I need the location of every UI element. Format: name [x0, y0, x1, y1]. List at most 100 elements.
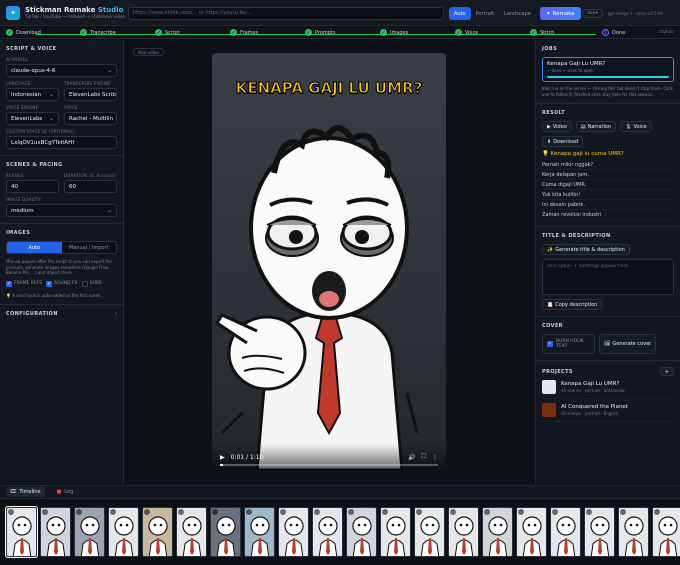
video-caption: KENAPA GAJI LU UMR?	[235, 79, 423, 98]
frame-refs-checkbox[interactable]: ✓ FRAME REFS	[6, 280, 42, 287]
timeline-frame[interactable]	[40, 507, 71, 557]
voice-label: VOICE	[64, 105, 78, 110]
timeline-frame[interactable]	[278, 507, 309, 557]
project-title: Kenapa Gaji Lu UMR?	[561, 381, 620, 388]
timeline-frame[interactable]	[210, 507, 241, 557]
video-time: 0:01 / 1:10	[230, 453, 264, 461]
voice-select[interactable]: Rachel - Multilin	[64, 112, 117, 125]
lightbulb-icon: 💡	[6, 292, 11, 298]
job-card[interactable]: Kenapa Gaji Lu UMR? ✓ done — click to op…	[542, 57, 674, 82]
timeline-frame[interactable]	[5, 506, 38, 558]
image-quality-select[interactable]: medium ⌄	[6, 204, 117, 217]
timeline-frame[interactable]	[176, 507, 207, 557]
custom-voice-input[interactable]: LxlqOV1uxBCgYTeltAHf	[6, 136, 117, 149]
timeline-frame[interactable]	[108, 507, 139, 557]
ai-model-select[interactable]: claude-opus-4-6 ⌄	[6, 64, 117, 77]
step-prompts: ✓ Prompts	[305, 29, 336, 36]
generate-title-description-button[interactable]: ✨ Generate title & description	[542, 244, 630, 256]
app-subtitle: TikTok / YouTube → relaxed + stickman vi…	[25, 14, 126, 20]
timeline-frame[interactable]	[74, 507, 105, 557]
url-input[interactable]: https://www.tiktok.com/... or https://yo…	[128, 7, 444, 20]
timeline-frame[interactable]	[346, 507, 377, 557]
custom-voice-label: CUSTOM VOICE ID (OPTIONAL)	[6, 129, 75, 134]
stickman-thumb	[658, 516, 678, 556]
frame-marker	[450, 509, 456, 515]
timeline-frame[interactable]	[516, 507, 547, 557]
tab-timeline[interactable]: 🎞 Timeline	[6, 487, 45, 497]
section-title-cover: COVER	[542, 323, 563, 330]
timeline-frame[interactable]	[652, 507, 680, 557]
mode-landscape-button[interactable]: Landscape	[499, 7, 536, 20]
timeline-frame[interactable]	[142, 507, 173, 557]
description-textarea[interactable]: description + hashtags appear here...	[542, 259, 674, 296]
frame-marker	[110, 509, 116, 515]
configuration-toggle[interactable]: CONFIGURATION ›	[6, 311, 117, 317]
jobs-panel: JOBS Kenapa Gaji Lu UMR? ✓ done — click …	[535, 40, 680, 484]
brand: Stickman Remake Studio TikTok / YouTube …	[25, 6, 126, 20]
stickman-thumb	[80, 516, 100, 556]
video-progress-bar[interactable]	[220, 464, 438, 466]
timeline-filmstrip	[0, 500, 680, 565]
timeline-frame[interactable]	[584, 507, 615, 557]
voice-engine-select[interactable]: ElevenLabs ⌄	[6, 112, 59, 125]
narration-result-button[interactable]: ▤ Narration	[575, 121, 617, 133]
job-status: ✓ done — click to open	[547, 68, 594, 73]
timeline-frame[interactable]	[550, 507, 581, 557]
transcribe-engine-select[interactable]: ElevenLabs Scrib	[64, 88, 117, 101]
video-player[interactable]: KENAPA GAJI LU UMR? ▶ 0:01 / 1:10 🔊 ⛶ ⋮	[212, 53, 446, 470]
volume-icon[interactable]: 🔊	[408, 454, 415, 461]
app-title-accent: Studio	[97, 5, 124, 14]
download-button[interactable]: ⬇ Download	[542, 136, 584, 148]
subs-checkbox[interactable]: SUBS	[81, 280, 102, 287]
divider	[536, 360, 680, 362]
timeline-frame[interactable]	[448, 507, 479, 557]
copy-description-button[interactable]: 📋 Copy description	[542, 299, 603, 311]
play-icon: ▶	[547, 123, 551, 130]
step-script: ✓ Script	[155, 29, 180, 36]
timeline-frame[interactable]	[482, 507, 513, 557]
burn-hook-checkbox[interactable]: ✓ BURN HOOK TEXT	[542, 334, 595, 355]
bottom-tabs: 🎞 Timeline ■ Log	[0, 485, 680, 499]
timeline-frame[interactable]	[312, 507, 343, 557]
duration-input[interactable]: 60	[64, 180, 117, 193]
project-item[interactable]: AI Conquered the Planet 35 scenes · port…	[542, 399, 674, 423]
mode-auto-button[interactable]: Auto	[449, 7, 471, 20]
mode-portrait-button[interactable]: Portrait	[471, 7, 499, 20]
images-manual-button[interactable]: Manual / Import	[62, 242, 117, 253]
section-title-result: RESULT	[542, 110, 566, 117]
play-icon[interactable]: ▶	[220, 454, 225, 461]
frame-marker	[42, 509, 48, 515]
video-result-button[interactable]: ▶ Video	[542, 121, 572, 133]
image-quality-label: IMAGE QUALITY	[6, 197, 42, 202]
sound-fx-checkbox[interactable]: ✓ SOUND FX	[46, 280, 78, 287]
hook-note: 💡 A viral hook is auto-added as the firs…	[6, 292, 102, 298]
timeline-frame[interactable]	[414, 507, 445, 557]
project-meta: 40 scenes · portrait · Indonesian	[561, 388, 626, 394]
stickman-thumb	[284, 516, 304, 556]
images-auto-button[interactable]: Auto	[7, 242, 62, 253]
project-item[interactable]: Kenapa Gaji Lu UMR? 40 scenes · portrait…	[542, 376, 674, 400]
language-label: LANGUAGE	[6, 81, 31, 86]
stickman-thumb	[114, 516, 134, 556]
voice-result-button[interactable]: 🎙 Voice	[620, 121, 652, 133]
status-badge: done	[582, 9, 604, 18]
language-select[interactable]: Indonesian ⌄	[6, 88, 59, 101]
timeline-frame[interactable]	[244, 507, 275, 557]
divider	[536, 226, 680, 228]
download-icon: ⬇	[547, 138, 552, 145]
remake-button[interactable]: ✦ Remake	[540, 7, 581, 20]
chevron-down-icon: ⌄	[106, 207, 112, 214]
add-project-button[interactable]: +	[659, 367, 674, 377]
fullscreen-icon[interactable]: ⛶	[422, 453, 426, 461]
scenes-input[interactable]: 40	[6, 180, 59, 193]
timeline-frame[interactable]	[618, 507, 649, 557]
tab-log[interactable]: ■ Log	[53, 487, 78, 497]
more-icon[interactable]: ⋮	[432, 454, 438, 461]
frame-marker	[212, 509, 218, 515]
stickman-thumb	[250, 516, 270, 556]
generate-cover-button[interactable]: 🖼 Generate cover	[599, 334, 657, 355]
lightbulb-icon: 💡	[542, 151, 549, 158]
image-options: ✓ FRAME REFS ✓ SOUND FX SUBS	[6, 280, 117, 287]
timeline-frame[interactable]	[380, 507, 411, 557]
check-icon: ✓	[305, 29, 312, 36]
